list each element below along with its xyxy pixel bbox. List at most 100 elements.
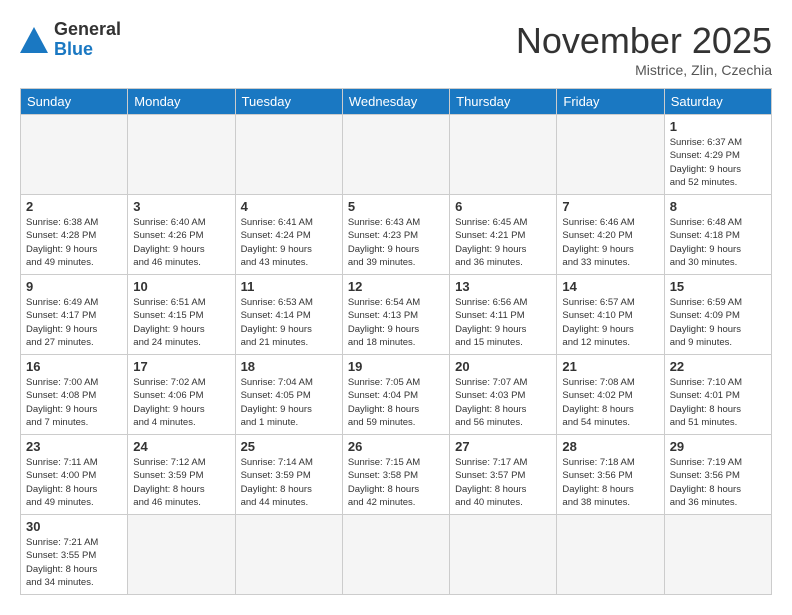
logo: General Blue (20, 20, 121, 60)
calendar-cell: 28 Sunrise: 7:18 AM Sunset: 3:56 PM Dayli… (557, 435, 664, 515)
calendar-cell: 29Sunrise: 7:19 AM Sunset: 3:56 PM Dayli… (664, 435, 771, 515)
day-info: Sunrise: 6:51 AM Sunset: 4:15 PM Dayligh… (133, 296, 229, 349)
day-info: Sunrise: 6:59 AM Sunset: 4:09 PM Dayligh… (670, 296, 766, 349)
day-info: Sunrise: 6:56 AM Sunset: 4:11 PM Dayligh… (455, 296, 551, 349)
calendar-week-row: 9 Sunrise: 6:49 AM Sunset: 4:17 PM Daylig… (21, 275, 772, 355)
day-number: 15 (670, 279, 766, 294)
day-number: 16 (26, 359, 122, 374)
day-info: Sunrise: 7:21 AM Sunset: 3:55 PM Dayligh… (26, 536, 122, 589)
calendar-cell (128, 115, 235, 195)
day-info: Sunrise: 6:49 AM Sunset: 4:17 PM Dayligh… (26, 296, 122, 349)
day-number: 25 (241, 439, 337, 454)
weekday-header-wednesday: Wednesday (342, 89, 449, 115)
weekday-header-saturday: Saturday (664, 89, 771, 115)
day-number: 14 (562, 279, 658, 294)
day-info: Sunrise: 6:45 AM Sunset: 4:21 PM Dayligh… (455, 216, 551, 269)
day-info: Sunrise: 7:05 AM Sunset: 4:04 PM Dayligh… (348, 376, 444, 429)
day-number: 18 (241, 359, 337, 374)
calendar-week-row: 16Sunrise: 7:00 AM Sunset: 4:08 PM Dayli… (21, 355, 772, 435)
day-info: Sunrise: 6:53 AM Sunset: 4:14 PM Dayligh… (241, 296, 337, 349)
day-number: 17 (133, 359, 229, 374)
day-number: 7 (562, 199, 658, 214)
calendar-cell: 10 Sunrise: 6:51 AM Sunset: 4:15 PM Dayli… (128, 275, 235, 355)
day-info: Sunrise: 7:14 AM Sunset: 3:59 PM Dayligh… (241, 456, 337, 509)
day-number: 9 (26, 279, 122, 294)
day-info: Sunrise: 6:37 AM Sunset: 4:29 PM Dayligh… (670, 136, 766, 189)
calendar-cell: 20Sunrise: 7:07 AM Sunset: 4:03 PM Dayli… (450, 355, 557, 435)
day-info: Sunrise: 7:11 AM Sunset: 4:00 PM Dayligh… (26, 456, 122, 509)
calendar-cell: 14 Sunrise: 6:57 AM Sunset: 4:10 PM Dayli… (557, 275, 664, 355)
day-info: Sunrise: 7:17 AM Sunset: 3:57 PM Dayligh… (455, 456, 551, 509)
day-info: Sunrise: 7:08 AM Sunset: 4:02 PM Dayligh… (562, 376, 658, 429)
calendar-cell: 17 Sunrise: 7:02 AM Sunset: 4:06 PM Dayli… (128, 355, 235, 435)
day-number: 11 (241, 279, 337, 294)
weekday-header-row: SundayMondayTuesdayWednesdayThursdayFrid… (21, 89, 772, 115)
calendar-cell: 19 Sunrise: 7:05 AM Sunset: 4:04 PM Dayli… (342, 355, 449, 435)
calendar-cell: 18 Sunrise: 7:04 AM Sunset: 4:05 PM Dayli… (235, 355, 342, 435)
day-number: 10 (133, 279, 229, 294)
calendar-cell: 27 Sunrise: 7:17 AM Sunset: 3:57 PM Dayli… (450, 435, 557, 515)
calendar-week-row: 30 Sunrise: 7:21 AM Sunset: 3:55 PM Dayli… (21, 515, 772, 595)
day-info: Sunrise: 6:46 AM Sunset: 4:20 PM Dayligh… (562, 216, 658, 269)
calendar-cell (235, 515, 342, 595)
day-number: 22 (670, 359, 766, 374)
calendar-cell (342, 115, 449, 195)
day-number: 13 (455, 279, 551, 294)
month-title: November 2025 (516, 20, 772, 62)
weekday-header-tuesday: Tuesday (235, 89, 342, 115)
calendar-cell: 2Sunrise: 6:38 AM Sunset: 4:28 PM Daylig… (21, 195, 128, 275)
day-number: 26 (348, 439, 444, 454)
day-number: 30 (26, 519, 122, 534)
day-info: Sunrise: 6:40 AM Sunset: 4:26 PM Dayligh… (133, 216, 229, 269)
calendar-cell (235, 115, 342, 195)
day-number: 12 (348, 279, 444, 294)
day-number: 5 (348, 199, 444, 214)
day-number: 1 (670, 119, 766, 134)
weekday-header-friday: Friday (557, 89, 664, 115)
calendar-cell (342, 515, 449, 595)
day-info: Sunrise: 7:15 AM Sunset: 3:58 PM Dayligh… (348, 456, 444, 509)
weekday-header-monday: Monday (128, 89, 235, 115)
calendar-cell: 23 Sunrise: 7:11 AM Sunset: 4:00 PM Dayli… (21, 435, 128, 515)
title-block: November 2025 Mistrice, Zlin, Czechia (516, 20, 772, 78)
calendar-container: General Blue November 2025 Mistrice, Zli… (0, 0, 792, 615)
calendar-cell: 8 Sunrise: 6:48 AM Sunset: 4:18 PM Daylig… (664, 195, 771, 275)
day-info: Sunrise: 7:04 AM Sunset: 4:05 PM Dayligh… (241, 376, 337, 429)
calendar-cell (128, 515, 235, 595)
day-info: Sunrise: 7:02 AM Sunset: 4:06 PM Dayligh… (133, 376, 229, 429)
day-info: Sunrise: 6:48 AM Sunset: 4:18 PM Dayligh… (670, 216, 766, 269)
day-info: Sunrise: 6:41 AM Sunset: 4:24 PM Dayligh… (241, 216, 337, 269)
calendar-cell (557, 515, 664, 595)
location: Mistrice, Zlin, Czechia (516, 62, 772, 78)
day-number: 6 (455, 199, 551, 214)
calendar-cell: 4 Sunrise: 6:41 AM Sunset: 4:24 PM Daylig… (235, 195, 342, 275)
logo-general: General (54, 20, 121, 40)
calendar-cell: 13 Sunrise: 6:56 AM Sunset: 4:11 PM Dayli… (450, 275, 557, 355)
day-info: Sunrise: 6:57 AM Sunset: 4:10 PM Dayligh… (562, 296, 658, 349)
weekday-header-sunday: Sunday (21, 89, 128, 115)
calendar-cell: 25 Sunrise: 7:14 AM Sunset: 3:59 PM Dayli… (235, 435, 342, 515)
calendar-table: SundayMondayTuesdayWednesdayThursdayFrid… (20, 88, 772, 595)
day-number: 3 (133, 199, 229, 214)
day-number: 4 (241, 199, 337, 214)
day-number: 28 (562, 439, 658, 454)
calendar-cell: 9 Sunrise: 6:49 AM Sunset: 4:17 PM Daylig… (21, 275, 128, 355)
calendar-week-row: 1 Sunrise: 6:37 AM Sunset: 4:29 PM Daylig… (21, 115, 772, 195)
calendar-cell: 12Sunrise: 6:54 AM Sunset: 4:13 PM Dayli… (342, 275, 449, 355)
calendar-cell: 30 Sunrise: 7:21 AM Sunset: 3:55 PM Dayli… (21, 515, 128, 595)
day-info: Sunrise: 7:18 AM Sunset: 3:56 PM Dayligh… (562, 456, 658, 509)
day-number: 23 (26, 439, 122, 454)
calendar-cell (557, 115, 664, 195)
calendar-cell: 11 Sunrise: 6:53 AM Sunset: 4:14 PM Dayli… (235, 275, 342, 355)
day-number: 24 (133, 439, 229, 454)
day-info: Sunrise: 6:38 AM Sunset: 4:28 PM Dayligh… (26, 216, 122, 269)
calendar-cell: 15 Sunrise: 6:59 AM Sunset: 4:09 PM Dayli… (664, 275, 771, 355)
day-number: 27 (455, 439, 551, 454)
day-info: Sunrise: 7:07 AM Sunset: 4:03 PM Dayligh… (455, 376, 551, 429)
logo-text: General Blue (54, 20, 121, 60)
calendar-cell (21, 115, 128, 195)
calendar-header: General Blue November 2025 Mistrice, Zli… (20, 20, 772, 78)
calendar-cell: 21Sunrise: 7:08 AM Sunset: 4:02 PM Dayli… (557, 355, 664, 435)
day-number: 8 (670, 199, 766, 214)
day-number: 19 (348, 359, 444, 374)
